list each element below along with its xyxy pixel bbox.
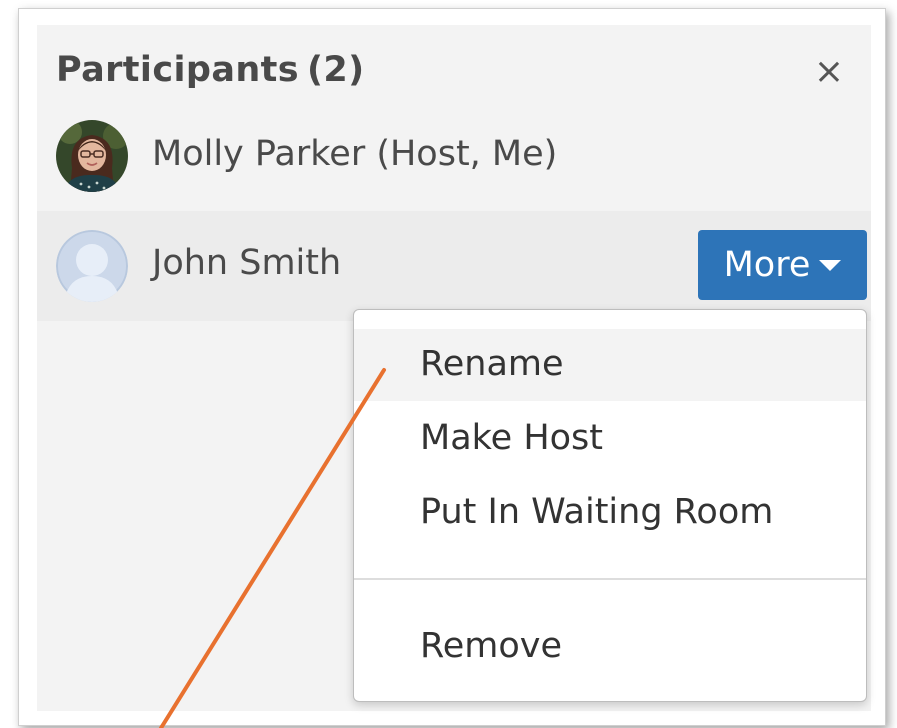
participant-name: John Smith xyxy=(152,243,342,283)
menu-item-label: Put In Waiting Room xyxy=(420,492,774,532)
menu-item-remove[interactable]: Remove xyxy=(354,614,866,682)
menu-item-label: Rename xyxy=(420,344,564,384)
close-icon[interactable]: × xyxy=(810,52,848,92)
more-button-label: More xyxy=(723,245,811,285)
more-menu: Rename Make Host Put In Waiting Room Rem… xyxy=(353,309,867,702)
caret-down-icon xyxy=(819,259,842,271)
menu-item-make-host[interactable]: Make Host xyxy=(354,406,866,472)
participant-row[interactable]: Molly Parker (Host, Me) xyxy=(37,112,871,200)
participant-row[interactable]: John Smith More xyxy=(37,211,871,321)
menu-item-rename[interactable]: Rename xyxy=(354,329,866,401)
menu-divider xyxy=(354,578,866,580)
default-avatar-icon xyxy=(56,230,128,302)
avatar xyxy=(56,120,128,192)
menu-item-label: Make Host xyxy=(420,418,604,458)
participant-name: Molly Parker (Host, Me) xyxy=(152,134,558,174)
panel-title: Participants (2) xyxy=(56,50,365,90)
panel-title-text: Participants xyxy=(56,50,300,90)
more-button[interactable]: More xyxy=(698,230,867,300)
participant-count: (2) xyxy=(307,50,365,90)
menu-item-put-in-waiting-room[interactable]: Put In Waiting Room xyxy=(354,480,866,548)
menu-item-label: Remove xyxy=(420,626,563,666)
